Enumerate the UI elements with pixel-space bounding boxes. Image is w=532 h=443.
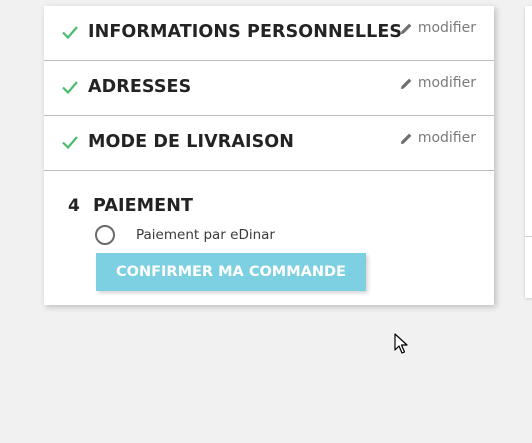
step-delivery-method: MODE DE LIVRAISON modifier (44, 116, 494, 171)
check-icon (62, 26, 78, 40)
step-personal-information: INFORMATIONS PERSONNELLES modifier (44, 6, 494, 61)
confirm-order-button[interactable]: CONFIRMER MA COMMANDE (96, 253, 366, 291)
edit-link-label: modifier (417, 20, 476, 36)
step-number: 4 (68, 196, 80, 216)
pencil-icon (400, 78, 412, 89)
edit-link-label: modifier (417, 130, 476, 146)
payment-title: PAIEMENT (93, 196, 193, 216)
step-title: INFORMATIONS PERSONNELLES (88, 22, 403, 42)
mouse-pointer-icon (394, 333, 408, 354)
checkout-steps-panel: INFORMATIONS PERSONNELLES modifier ADRES… (44, 6, 494, 305)
payment-option-label[interactable]: Paiement par eDinar (136, 227, 275, 243)
edit-personal-information-link[interactable]: modifier (400, 20, 476, 36)
order-summary-panel-edge (525, 6, 532, 298)
check-icon (62, 136, 78, 150)
step-title: ADRESSES (88, 77, 192, 97)
step-addresses: ADRESSES modifier (44, 61, 494, 116)
edit-addresses-link[interactable]: modifier (400, 75, 476, 91)
pencil-icon (400, 23, 412, 34)
payment-option-radio[interactable] (95, 225, 115, 245)
order-summary-divider (525, 236, 532, 237)
step-title: MODE DE LIVRAISON (88, 132, 295, 152)
pencil-icon (400, 133, 412, 144)
edit-link-label: modifier (417, 75, 476, 91)
edit-delivery-method-link[interactable]: modifier (400, 130, 476, 146)
check-icon (62, 81, 78, 95)
step-payment: 4 PAIEMENT Paiement par eDinar CONFIRMER… (44, 171, 494, 301)
